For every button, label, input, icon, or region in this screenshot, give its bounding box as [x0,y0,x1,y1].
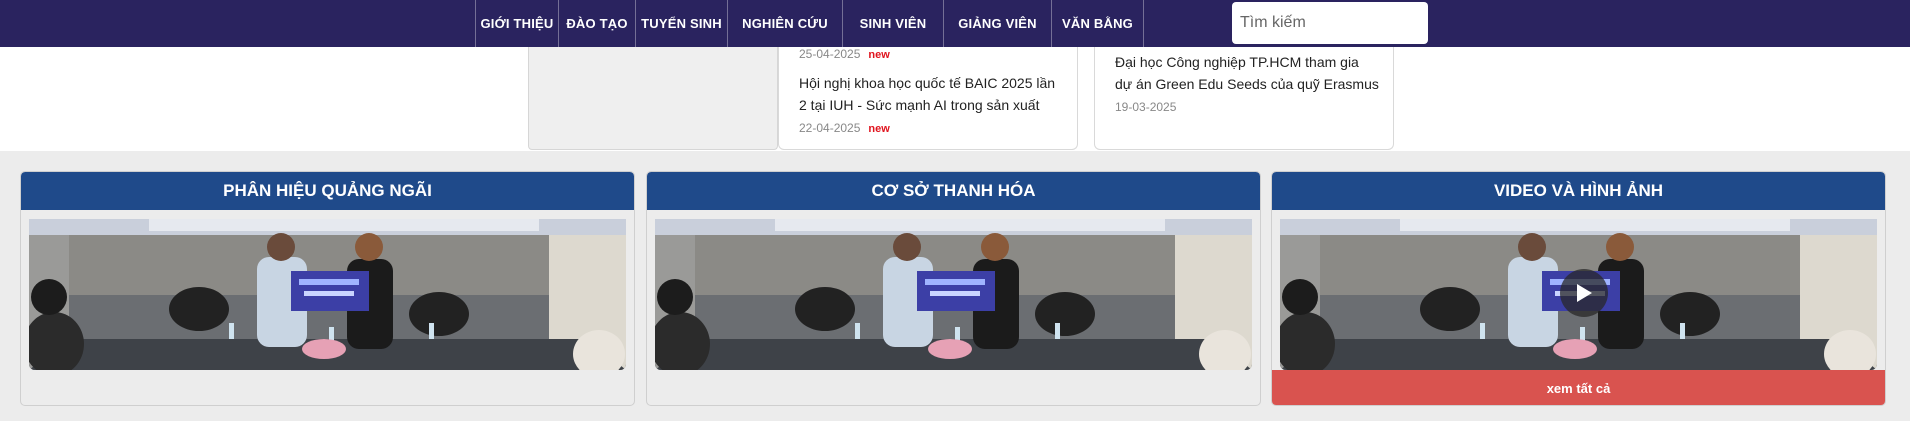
video-thumbnail[interactable] [1280,219,1877,370]
panel-quang-ngai: PHÂN HIỆU QUẢNG NGÃI [20,171,635,406]
panel-title: CƠ SỞ THANH HÓA [647,172,1260,210]
nav-menu: Giới thiệu Đào tạo Tuyển sinh Nghiên cứu… [475,0,1144,47]
nav-item-dao-tao[interactable]: Đào tạo [558,0,635,47]
news-title-link[interactable]: Hội nghị khoa học quốc tế BAIC 2025 lần … [799,72,1069,116]
photo-illustration [655,219,1252,370]
news-card: 25-04-2025 new Hội nghị khoa học quốc tế … [778,47,1078,150]
news-date: 25-04-2025 new [799,47,890,61]
panel-thanh-hoa: CƠ SỞ THANH HÓA [646,171,1261,406]
new-badge: new [868,123,890,135]
news-date-text: 19-03-2025 [1115,100,1177,114]
news-date: 19-03-2025 [1115,100,1176,114]
see-all-button[interactable]: xem tất cả [1272,370,1885,405]
news-title-link[interactable]: Đại học Công nghiệp TP.HCM tham gia dự á… [1115,51,1385,95]
photo-illustration [29,219,626,370]
news-title-line: Đại học Công nghiệp TP.HCM tham gia [1115,54,1359,70]
nav-item-gioi-thieu[interactable]: Giới thiệu [475,0,558,47]
news-title-line: Hội nghị khoa học quốc tế BAIC 2025 lần [799,75,1056,91]
event-photo[interactable] [655,219,1252,370]
nav-item-sinh-vien[interactable]: Sinh viên [842,0,943,47]
news-strip: 25-04-2025 new Hội nghị khoa học quốc tế … [0,47,1910,151]
nav-item-tuyen-sinh[interactable]: Tuyển sinh [635,0,727,47]
panel-title: PHÂN HIỆU QUẢNG NGÃI [21,172,634,210]
new-badge: new [868,49,890,61]
play-icon[interactable] [1560,269,1608,317]
panel-video-gallery: VIDEO VÀ HÌNH ẢNH xem tất cả [1271,171,1886,406]
news-date-text: 25-04-2025 [799,47,861,61]
news-title-line: dự án Green Edu Seeds của quỹ Erasmus [1115,76,1379,92]
nav-item-van-bang[interactable]: Văn bằng [1051,0,1144,47]
event-photo[interactable] [29,219,626,370]
play-triangle-icon [1577,284,1592,302]
news-date: 22-04-2025 new [799,121,890,135]
news-date-text: 22-04-2025 [799,121,861,135]
news-title-line: 2 tại IUH - Sức mạnh AI trong sản xuất [799,97,1040,113]
news-card-placeholder [528,47,778,150]
nav-item-giang-vien[interactable]: Giảng viên [943,0,1051,47]
nav-item-nghien-cuu[interactable]: Nghiên cứu [727,0,842,47]
search-input[interactable] [1232,2,1428,44]
news-card: Đại học Công nghiệp TP.HCM tham gia dự á… [1094,47,1394,150]
top-navbar: Giới thiệu Đào tạo Tuyển sinh Nghiên cứu… [0,0,1910,47]
panel-title: VIDEO VÀ HÌNH ẢNH [1272,172,1885,210]
